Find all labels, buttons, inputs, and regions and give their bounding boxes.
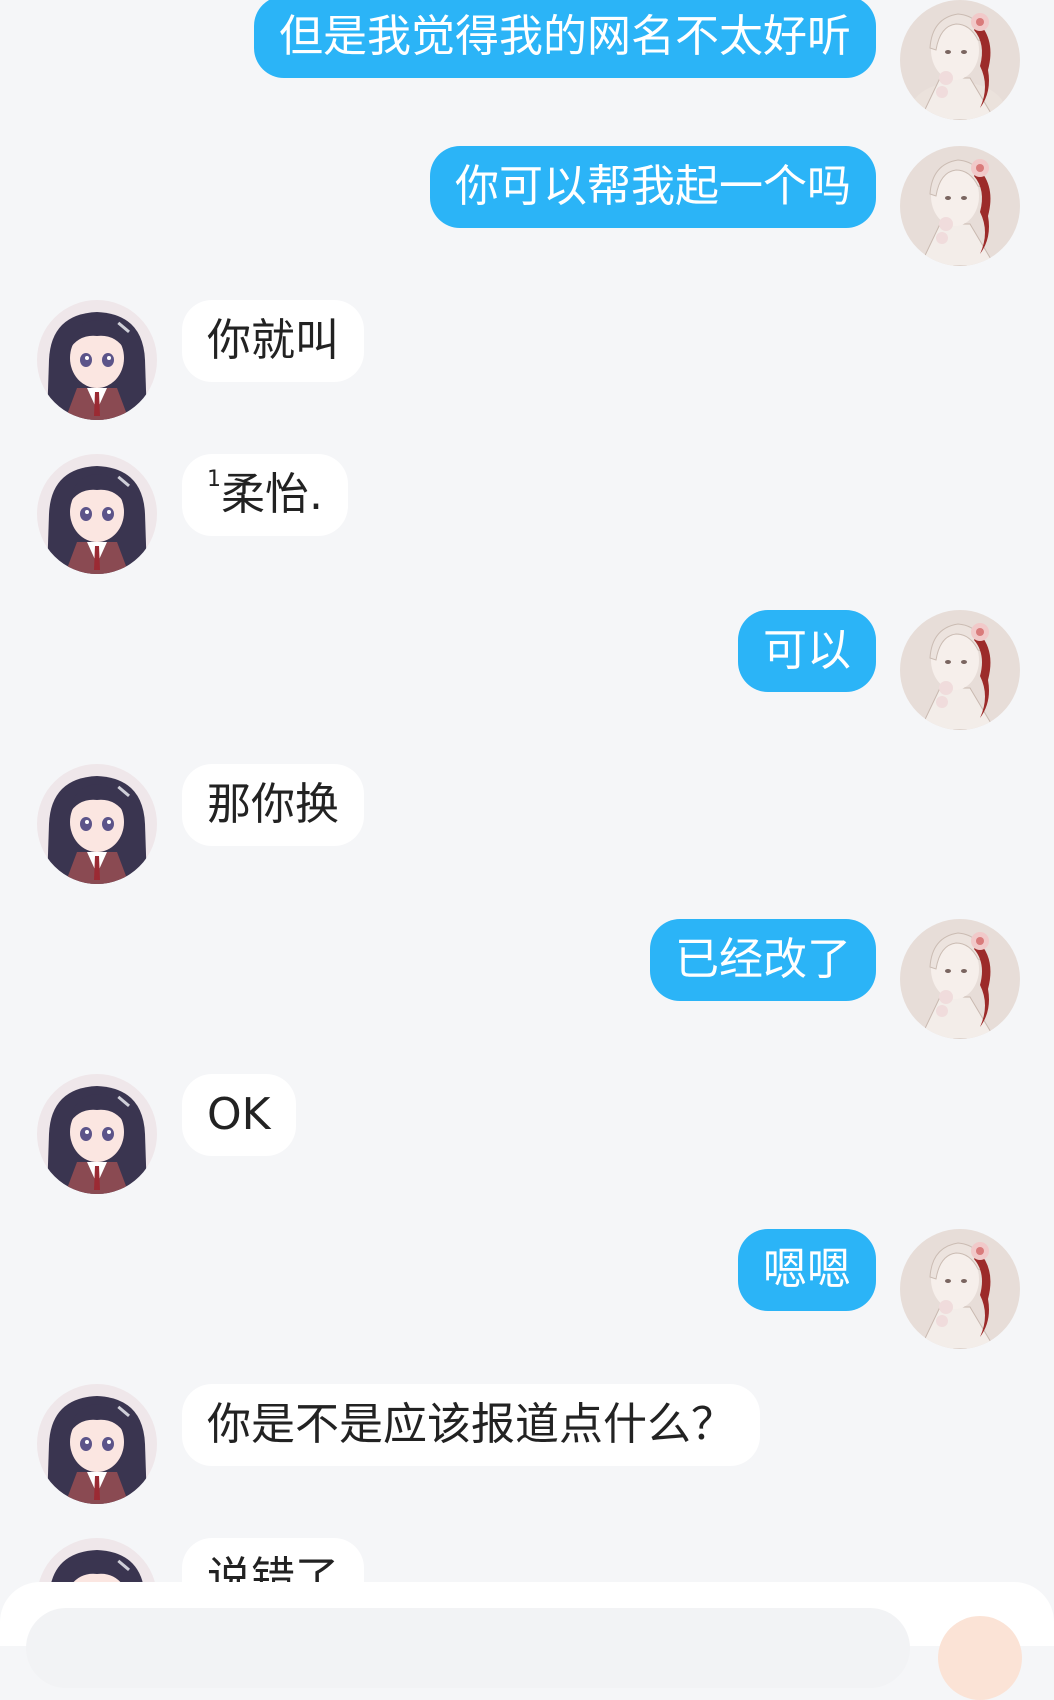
- message-bubble-received[interactable]: 你是不是应该报道点什么？: [182, 1384, 760, 1466]
- message-text: 已经改了: [675, 934, 851, 985]
- user-avatar-icon[interactable]: [900, 919, 1020, 1039]
- message-bubble-sent[interactable]: 可以: [738, 610, 876, 692]
- message-input[interactable]: [26, 1608, 910, 1688]
- message-row-received: OK: [0, 1074, 1054, 1194]
- message-bubble-sent[interactable]: 但是我觉得我的网名不太好听: [254, 0, 876, 78]
- message-text: 你就叫: [207, 315, 339, 366]
- contact-avatar-icon[interactable]: [37, 1074, 157, 1194]
- user-avatar-icon[interactable]: [900, 0, 1020, 120]
- message-text: 嗯嗯: [763, 1244, 851, 1295]
- message-text: OK: [207, 1089, 271, 1140]
- message-text: 柔怡.: [221, 469, 323, 520]
- message-row-received: 1柔怡.: [0, 454, 1054, 574]
- message-row-received: 那你换: [0, 764, 1054, 884]
- message-row-received: 说错了: [0, 1538, 1054, 1585]
- message-row-sent: 已经改了: [0, 919, 1054, 1039]
- message-prefix: 1: [207, 467, 221, 492]
- message-text: 但是我觉得我的网名不太好听: [279, 11, 851, 62]
- message-text: 那你换: [207, 779, 339, 830]
- contact-avatar-icon[interactable]: [37, 1384, 157, 1504]
- contact-avatar-icon[interactable]: [37, 764, 157, 884]
- message-row-sent: 嗯嗯: [0, 1229, 1054, 1349]
- message-row-sent: 你可以帮我起一个吗: [0, 146, 1054, 266]
- emoji-send-button[interactable]: [938, 1616, 1022, 1700]
- message-bubble-received[interactable]: 1柔怡.: [182, 454, 348, 536]
- contact-avatar-icon[interactable]: [37, 454, 157, 574]
- message-row-sent: 可以: [0, 610, 1054, 730]
- message-list[interactable]: 但是我觉得我的网名不太好听 你可以帮我起一个吗 你就叫 1柔怡. 可以 那你换 …: [0, 0, 1054, 1585]
- message-bubble-received[interactable]: 说错了: [182, 1538, 364, 1585]
- message-bubble-sent[interactable]: 嗯嗯: [738, 1229, 876, 1311]
- message-text: 你可以帮我起一个吗: [455, 161, 851, 212]
- message-text: 说错了: [207, 1553, 339, 1585]
- message-bubble-sent[interactable]: 你可以帮我起一个吗: [430, 146, 876, 228]
- message-bubble-sent[interactable]: 已经改了: [650, 919, 876, 1001]
- contact-avatar-icon[interactable]: [37, 1538, 157, 1585]
- message-row-sent: 但是我觉得我的网名不太好听: [0, 0, 1054, 120]
- contact-avatar-icon[interactable]: [37, 300, 157, 420]
- message-bubble-received[interactable]: 你就叫: [182, 300, 364, 382]
- message-row-received: 你是不是应该报道点什么？: [0, 1384, 1054, 1504]
- message-bubble-received[interactable]: OK: [182, 1074, 296, 1156]
- user-avatar-icon[interactable]: [900, 146, 1020, 266]
- message-text: 你是不是应该报道点什么？: [207, 1399, 735, 1450]
- message-bubble-received[interactable]: 那你换: [182, 764, 364, 846]
- message-text: 可以: [763, 625, 851, 676]
- message-input-bar: [0, 1582, 1054, 1700]
- user-avatar-icon[interactable]: [900, 610, 1020, 730]
- user-avatar-icon[interactable]: [900, 1229, 1020, 1349]
- message-row-received: 你就叫: [0, 300, 1054, 420]
